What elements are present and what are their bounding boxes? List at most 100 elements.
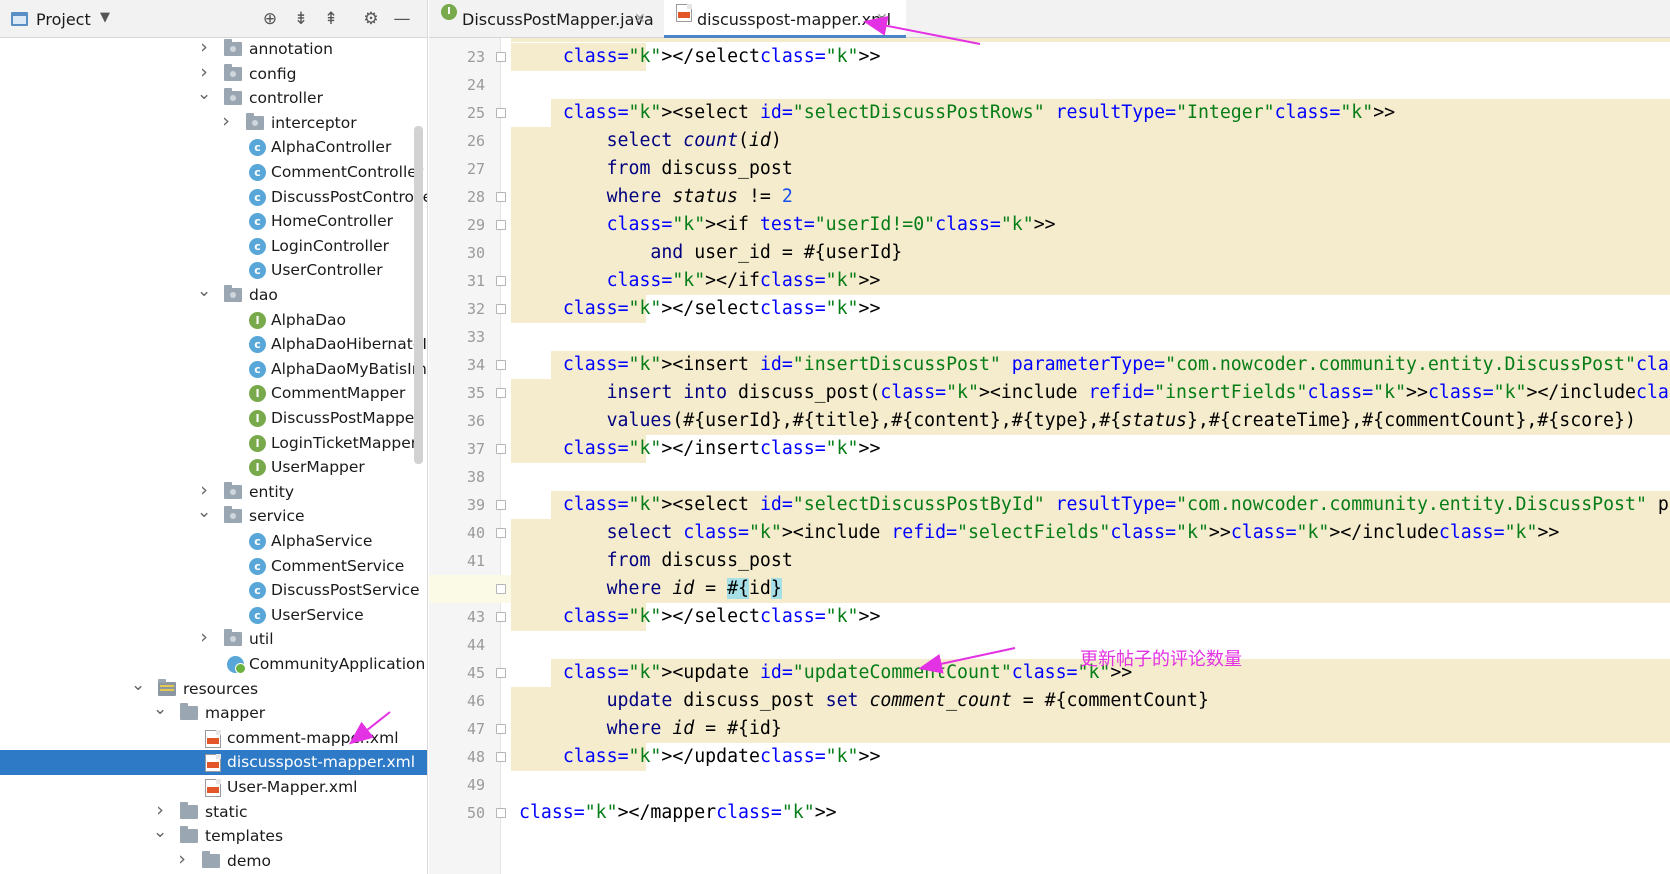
tree-item[interactable]: ⌄ service	[0, 503, 427, 529]
tree-item[interactable]: ⌄ templates	[0, 823, 427, 849]
code-line[interactable]	[511, 71, 1670, 99]
fold-marker-icon[interactable]	[496, 52, 506, 62]
tree-item[interactable]: › demo	[0, 849, 427, 874]
close-icon[interactable]: ✕	[876, 11, 888, 27]
tree-item[interactable]: I AlphaDao	[0, 308, 427, 333]
tree-item[interactable]: c HomeController	[0, 209, 427, 234]
tree-item[interactable]: c DiscussPostController	[0, 185, 427, 210]
tree-item[interactable]: c AlphaService	[0, 529, 427, 554]
chevron-down-icon[interactable]: ⌄	[131, 676, 145, 694]
tree-item[interactable]: User-Mapper.xml	[0, 775, 427, 800]
project-panel-scrollbar[interactable]	[414, 126, 423, 464]
code-line[interactable]	[511, 323, 1670, 351]
tree-item[interactable]: c UserController	[0, 258, 427, 283]
tree-item[interactable]: CommunityApplication	[0, 652, 427, 677]
tree-item[interactable]: › util	[0, 627, 427, 652]
code-area[interactable]: class="k"></selectclass="k">> class="k">…	[429, 38, 1670, 874]
tree-item[interactable]: › entity	[0, 480, 427, 505]
code-line[interactable]: class="k"></insertclass="k">>	[511, 435, 1670, 463]
chevron-down-icon[interactable]: ⌄	[197, 282, 211, 300]
fold-marker-icon[interactable]	[496, 388, 506, 398]
tree-item[interactable]: › interceptor	[0, 111, 427, 136]
tree-item[interactable]: c LoginController	[0, 234, 427, 259]
fold-marker-icon[interactable]	[496, 808, 506, 818]
locate-icon[interactable]: ⊕	[259, 8, 281, 30]
tree-item[interactable]: c CommentService	[0, 554, 427, 579]
chevron-right-icon[interactable]: ›	[153, 800, 167, 819]
chevron-down-icon[interactable]: ⌄	[197, 85, 211, 103]
tree-item[interactable]: ⌄ resources	[0, 676, 427, 702]
tab-discusspost-mapper-xml[interactable]: discusspost-mapper.xml ✕	[664, 0, 906, 38]
tree-item[interactable]: › annotation	[0, 37, 427, 62]
chevron-down-icon[interactable]: ⌄	[153, 700, 167, 718]
fold-marker-icon[interactable]	[496, 528, 506, 538]
code-line[interactable]: class="k"></mapperclass="k">>	[511, 799, 1670, 827]
code-line[interactable]: where status != 2	[511, 183, 1670, 211]
tree-item[interactable]: c AlphaDaoMyBatisImpl	[0, 357, 427, 382]
tree-item[interactable]: comment-mapper.xml	[0, 726, 427, 751]
code-line[interactable]: class="k"></selectclass="k">>	[511, 603, 1670, 631]
expand-all-icon[interactable]: ⇟	[290, 8, 312, 30]
tree-item[interactable]: › config	[0, 62, 427, 87]
chevron-right-icon[interactable]: ›	[219, 111, 233, 130]
tree-item[interactable]: I LoginTicketMapper	[0, 431, 427, 456]
code-line[interactable]: from discuss_post	[511, 547, 1670, 575]
code-line[interactable]: from discuss_post	[511, 155, 1670, 183]
tree-item[interactable]: ⌄ mapper	[0, 700, 427, 726]
code-line[interactable]	[511, 771, 1670, 799]
fold-marker-icon[interactable]	[496, 668, 506, 678]
code-line[interactable]: class="k"></updateclass="k">>	[511, 743, 1670, 771]
code-line[interactable]: insert into discuss_post(class="k"><incl…	[511, 379, 1670, 407]
code-line[interactable]: where id = #{id}	[511, 715, 1670, 743]
tree-item[interactable]: I UserMapper	[0, 455, 427, 480]
fold-marker-icon[interactable]	[496, 724, 506, 734]
chevron-right-icon[interactable]: ›	[197, 62, 211, 81]
chevron-down-icon[interactable]: ⌄	[153, 823, 167, 841]
collapse-all-icon[interactable]: ⇞	[320, 8, 342, 30]
code-line[interactable]: class="k"><select id="selectDiscussPostB…	[511, 491, 1670, 519]
code-line[interactable]: class="k"><select id="selectDiscussPostR…	[511, 99, 1670, 127]
fold-marker-icon[interactable]	[496, 444, 506, 454]
code-line[interactable]	[511, 463, 1670, 491]
fold-marker-icon[interactable]	[496, 276, 506, 286]
tree-item[interactable]: I DiscussPostMapper	[0, 406, 427, 431]
code-line[interactable]: select class="k"><include refid="selectF…	[511, 519, 1670, 547]
close-icon[interactable]: ✕	[634, 11, 646, 27]
tree-item[interactable]: discusspost-mapper.xml	[0, 750, 427, 776]
code-line[interactable]: and user_id = #{userId}	[511, 239, 1670, 267]
tree-item[interactable]: ⌄ dao	[0, 282, 427, 308]
chevron-right-icon[interactable]: ›	[175, 849, 189, 868]
tab-discusspostmapper-java[interactable]: I DiscussPostMapper.java ✕	[429, 0, 661, 38]
fold-marker-icon[interactable]	[496, 108, 506, 118]
code-line[interactable]: where id = #{id}	[429, 575, 1670, 603]
tree-item[interactable]: I CommentMapper	[0, 381, 427, 406]
code-line[interactable]: update discuss_post set comment_count = …	[511, 687, 1670, 715]
tree-item[interactable]: c CommentController	[0, 160, 427, 185]
code-line[interactable]: class="k"></ifclass="k">>	[511, 267, 1670, 295]
tree-item[interactable]: c DiscussPostService	[0, 578, 427, 603]
tree-item[interactable]: c UserService	[0, 603, 427, 628]
project-panel-title[interactable]: Project	[36, 10, 91, 29]
code-line[interactable]: class="k"></selectclass="k">>	[511, 295, 1670, 323]
fold-marker-icon[interactable]	[496, 500, 506, 510]
tree-item[interactable]: › static	[0, 800, 427, 825]
chevron-down-icon[interactable]: ⌄	[197, 503, 211, 521]
fold-marker-icon[interactable]	[496, 612, 506, 622]
fold-marker-icon[interactable]	[496, 752, 506, 762]
fold-marker-icon[interactable]	[496, 304, 506, 314]
tree-item[interactable]: c AlphaDaoHibernateImpl	[0, 332, 427, 357]
gear-icon[interactable]: ⚙	[360, 8, 382, 30]
chevron-right-icon[interactable]: ›	[197, 480, 211, 499]
chevron-right-icon[interactable]: ›	[197, 38, 211, 57]
code-line[interactable]: select count(id)	[511, 127, 1670, 155]
hide-icon[interactable]: —	[391, 8, 413, 30]
code-line[interactable]: class="k"><insert id="insertDiscussPost"…	[511, 351, 1670, 379]
fold-marker-icon[interactable]	[496, 192, 506, 202]
chevron-down-icon[interactable]: ▼	[100, 10, 110, 25]
tree-item[interactable]: ⌄ controller	[0, 85, 427, 111]
chevron-right-icon[interactable]: ›	[197, 628, 211, 647]
code-line[interactable]: values(#{userId},#{title},#{content},#{t…	[511, 407, 1670, 435]
fold-marker-icon[interactable]	[496, 584, 506, 594]
tree-item[interactable]: c AlphaController	[0, 135, 427, 160]
code-line[interactable]: class="k"><if test="userId!=0"class="k">…	[511, 211, 1670, 239]
